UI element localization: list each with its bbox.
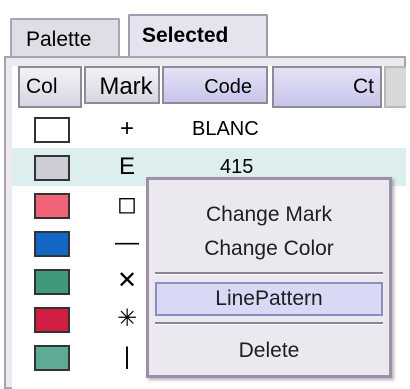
- color-swatch[interactable]: [34, 231, 70, 257]
- menu-item-line-pattern[interactable]: LinePattern: [155, 282, 383, 316]
- column-header-filler: [384, 66, 406, 108]
- column-header-code[interactable]: Code: [162, 66, 268, 104]
- tab-selected[interactable]: Selected: [128, 14, 268, 56]
- menu-item-change-mark[interactable]: Change Mark: [149, 198, 389, 232]
- color-swatch[interactable]: [34, 117, 70, 143]
- context-menu: Change Mark Change Color LinePattern Del…: [146, 177, 392, 378]
- menu-separator: [155, 272, 383, 275]
- mark-symbol-icon: +: [119, 115, 134, 142]
- column-header-col[interactable]: Col: [18, 66, 82, 108]
- column-header-mark[interactable]: Mark: [84, 66, 160, 104]
- mark-symbol-icon: ✕: [116, 267, 138, 294]
- table-row[interactable]: + BLANC: [12, 110, 406, 148]
- color-swatch[interactable]: [34, 307, 70, 333]
- color-swatch[interactable]: [34, 269, 70, 295]
- mark-symbol-icon: —: [115, 229, 139, 256]
- mark-symbol-icon: ✳: [116, 305, 138, 332]
- color-swatch[interactable]: [34, 345, 70, 371]
- menu-item-delete[interactable]: Delete: [149, 334, 389, 368]
- menu-separator: [155, 322, 383, 325]
- menu-item-change-color[interactable]: Change Color: [149, 232, 389, 266]
- tab-palette[interactable]: Palette: [10, 18, 120, 58]
- code-cell: BLANC: [192, 118, 259, 140]
- color-swatch[interactable]: [34, 155, 70, 181]
- mark-symbol-icon: E: [118, 153, 135, 180]
- color-swatch[interactable]: [34, 193, 70, 219]
- column-header-ct[interactable]: Ct: [272, 66, 382, 108]
- mark-symbol-icon: |: [123, 343, 131, 370]
- mark-symbol-icon: ◻: [117, 191, 137, 218]
